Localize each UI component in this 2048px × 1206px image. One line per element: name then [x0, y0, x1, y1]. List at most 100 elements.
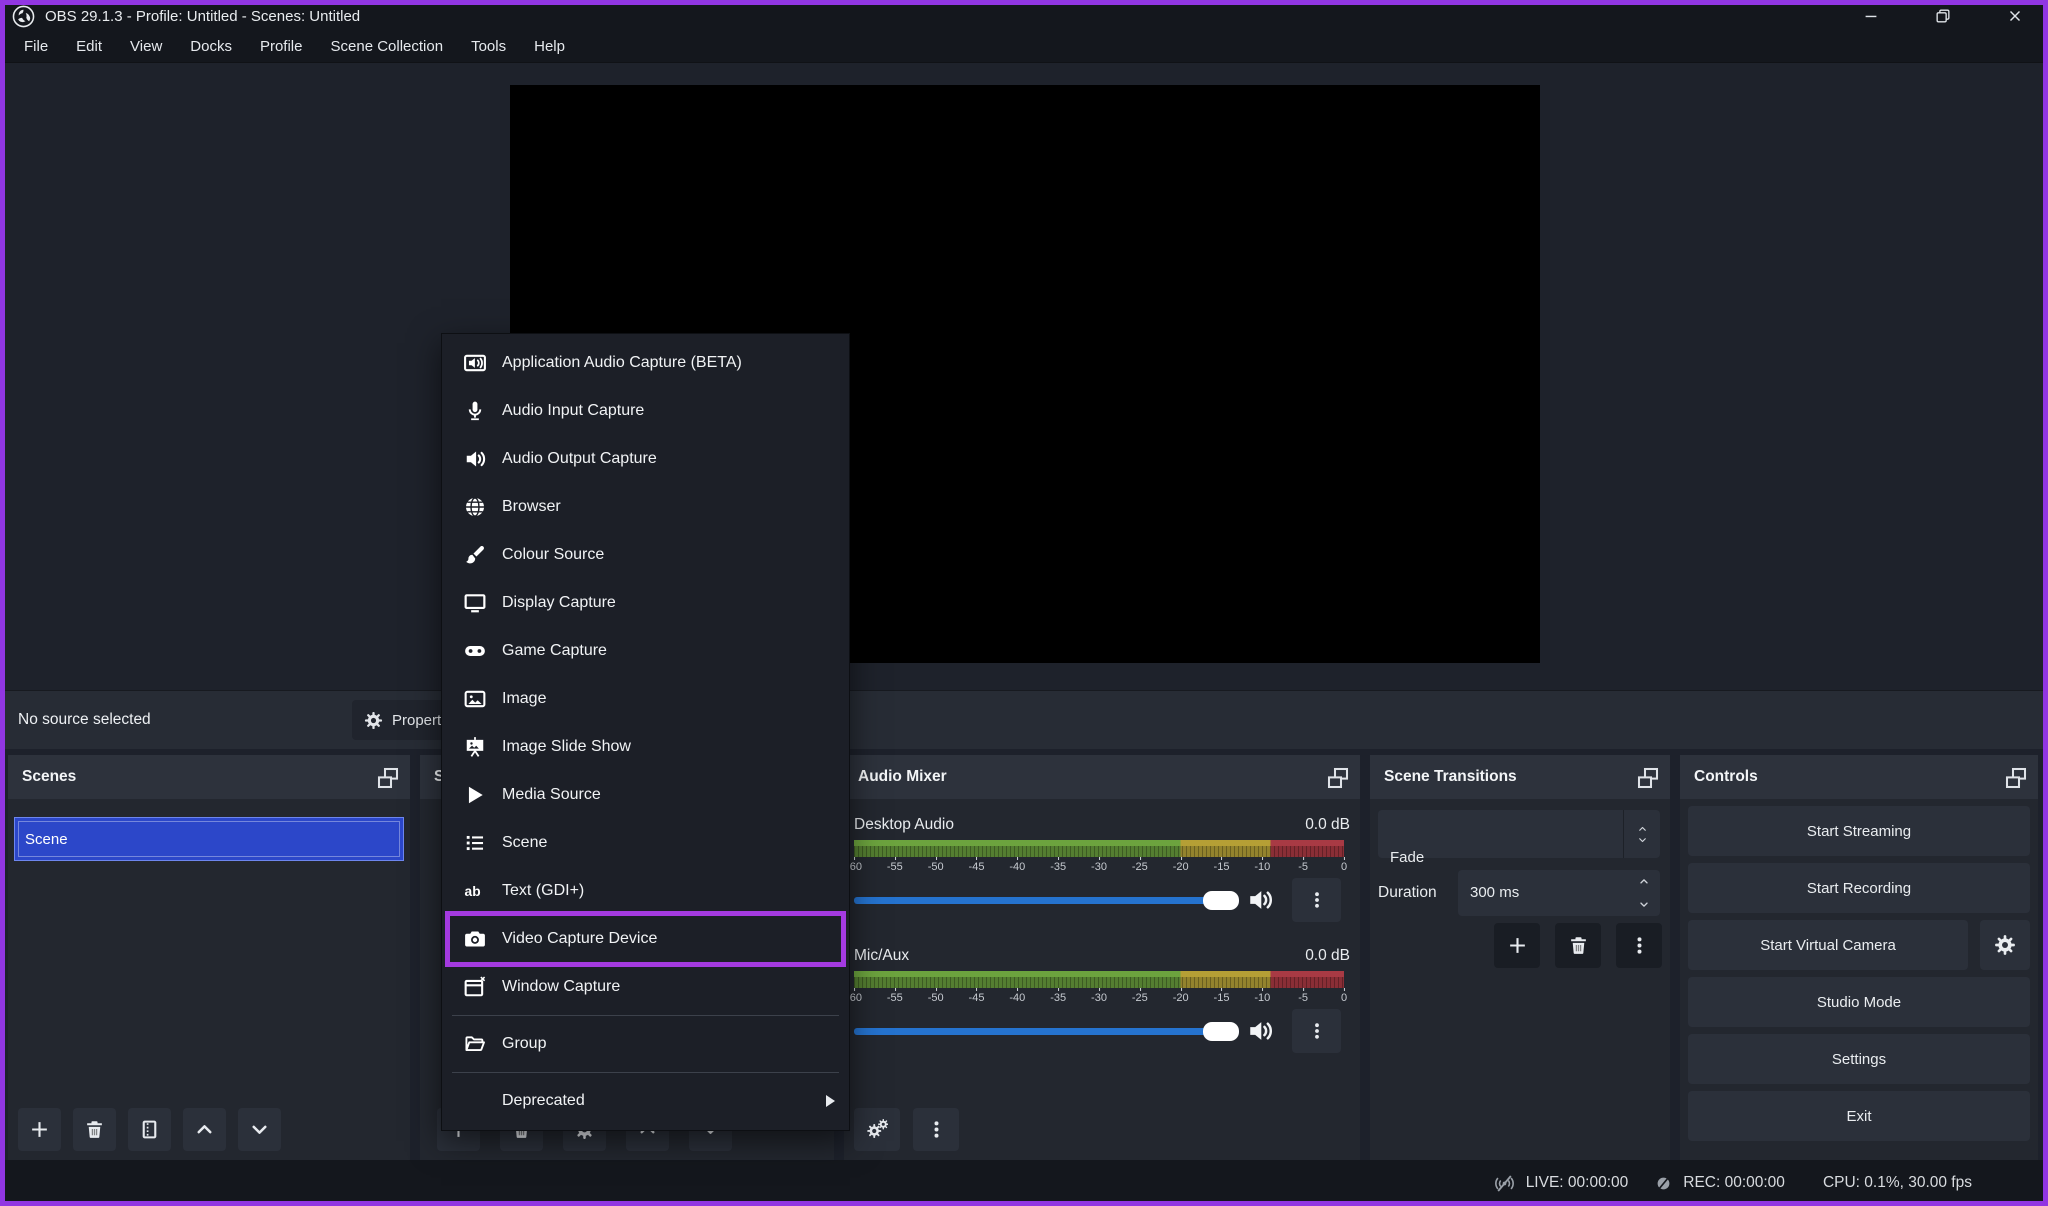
control-button[interactable]: Studio Mode — [1688, 977, 2030, 1027]
toolbar-button[interactable] — [128, 1108, 171, 1151]
source-menu-item[interactable]: Deprecated — [442, 1077, 849, 1125]
menu-item-label: Group — [502, 1035, 547, 1052]
menu-item-label: Application Audio Capture (BETA) — [502, 354, 742, 371]
menu-separator — [452, 1072, 839, 1073]
meter-scale-label: 0 — [1340, 988, 1348, 1004]
source-menu-item[interactable]: Display Capture — [442, 579, 849, 627]
scene-transitions-header: Scene Transitions — [1370, 755, 1670, 799]
volume-slider[interactable] — [854, 1021, 1239, 1041]
title-bar: OBS 29.1.3 - Profile: Untitled - Scenes:… — [0, 0, 2048, 32]
toolbar-button[interactable] — [1494, 923, 1540, 968]
channel-level-db: 0.0 dB — [1305, 816, 1350, 833]
control-row: Start Virtual Camera — [1688, 920, 2030, 970]
meter-scale-label: -15 — [1213, 857, 1230, 873]
volume-slider[interactable] — [854, 890, 1239, 910]
popout-icon[interactable] — [376, 766, 400, 789]
source-menu-item[interactable]: Browser — [442, 483, 849, 531]
source-menu-item[interactable]: Group — [442, 1020, 849, 1068]
source-menu-item[interactable]: Game Capture — [442, 627, 849, 675]
mixer-toolbar — [854, 1108, 959, 1151]
meter-scale-label: -45 — [968, 857, 985, 873]
control-button[interactable]: Start Streaming — [1688, 806, 2030, 856]
menu-bar-item[interactable]: Docks — [176, 32, 246, 62]
meter-scale-label: -15 — [1213, 988, 1230, 1004]
toolbar-button[interactable] — [854, 1108, 900, 1151]
source-menu-item[interactable]: Video Capture Device — [442, 911, 849, 967]
toolbar-button[interactable] — [238, 1108, 281, 1151]
select-spinner — [1623, 810, 1660, 858]
popout-icon[interactable] — [1636, 766, 1660, 789]
live-status-icon — [1493, 1172, 1516, 1195]
control-buttons: Start Streaming Start Recording Start Vi… — [1688, 806, 2030, 1148]
plus-icon — [29, 1119, 50, 1140]
source-menu-item[interactable]: Audio Output Capture — [442, 435, 849, 483]
control-button[interactable]: Start Virtual Camera — [1688, 920, 1968, 970]
brush-icon — [464, 544, 486, 566]
menu-item-label: Window Capture — [502, 978, 621, 995]
menu-bar-item[interactable]: Profile — [246, 32, 317, 62]
duration-spinbox[interactable]: 300 ms — [1458, 870, 1660, 916]
dots-icon — [926, 1119, 947, 1140]
controls-dock: Controls Start Streaming Start Recording — [1680, 755, 2038, 1160]
audio-mixer-header: Audio Mixer — [844, 755, 1360, 799]
transition-select[interactable]: Fade — [1378, 810, 1660, 866]
control-button[interactable]: Exit — [1688, 1091, 2030, 1141]
window-button[interactable] — [1918, 0, 1968, 32]
meter-scale-label: -10 — [1254, 988, 1271, 1004]
source-menu-item[interactable]: Image Slide Show — [442, 723, 849, 771]
window-button[interactable] — [1990, 0, 2040, 32]
scene-list-item[interactable]: Scene — [14, 817, 404, 861]
menu-bar-item[interactable]: View — [116, 32, 176, 62]
toolbar-button[interactable] — [1616, 923, 1662, 968]
no-source-status: No source selected — [18, 711, 151, 728]
source-menu-item[interactable]: Window Capture — [442, 963, 849, 1011]
popout-icon[interactable] — [2004, 766, 2028, 789]
audio-mixer-dock: Audio Mixer Desktop Audio 0.0 dB -60 -55-… — [844, 755, 1360, 1160]
trash-icon — [84, 1119, 105, 1140]
volume-slider-handle[interactable] — [1203, 1021, 1239, 1041]
menu-bar-item[interactable]: Edit — [62, 32, 116, 62]
window-button[interactable] — [1846, 0, 1896, 32]
volume-slider-handle[interactable] — [1203, 890, 1239, 910]
spin-down-icon[interactable] — [1637, 899, 1651, 910]
source-menu-item[interactable]: Scene — [442, 819, 849, 867]
control-button[interactable]: Settings — [1688, 1034, 2030, 1084]
app-audio-icon — [464, 352, 486, 374]
toolbar-button[interactable] — [73, 1108, 116, 1151]
menu-bar-item[interactable]: File — [10, 32, 62, 62]
dots-icon — [1629, 935, 1650, 956]
mute-speaker-icon[interactable] — [1247, 1018, 1273, 1044]
channel-options-button[interactable] — [1292, 1009, 1341, 1053]
control-row: Start Streaming — [1688, 806, 2030, 856]
gear-icon — [364, 711, 383, 730]
virtual-camera-settings-button[interactable] — [1980, 920, 2030, 970]
scenes-dock-header: Scenes — [8, 755, 410, 799]
toolbar-button[interactable] — [183, 1108, 226, 1151]
scenes-dock-title: Scenes — [22, 768, 77, 785]
chevron-down-icon — [1636, 835, 1649, 845]
menu-bar-item[interactable]: Tools — [457, 32, 520, 62]
source-menu-item[interactable]: Colour Source — [442, 531, 849, 579]
menu-bar-item[interactable]: Help — [520, 32, 579, 62]
mixer-channels: Desktop Audio 0.0 dB -60 -55 -50 -45 -40 -35-… — [846, 799, 1350, 1053]
rec-timer: REC: 00:00:00 — [1683, 1174, 1785, 1191]
source-menu-item[interactable]: Audio Input Capture — [442, 387, 849, 435]
control-button[interactable]: Start Recording — [1688, 863, 2030, 913]
channel-options-button[interactable] — [1292, 878, 1341, 922]
meter-scale-label: -50 — [927, 988, 944, 1004]
toolbar-button[interactable] — [18, 1108, 61, 1151]
toolbar-button[interactable] — [1555, 923, 1601, 968]
spin-up-icon[interactable] — [1637, 876, 1651, 887]
popout-icon[interactable] — [1326, 766, 1350, 789]
toolbar-button[interactable] — [913, 1108, 959, 1151]
source-menu-item[interactable]: Media Source — [442, 771, 849, 819]
channel-name: Mic/Aux — [854, 947, 910, 964]
obs-logo-icon — [12, 5, 35, 28]
source-menu-item[interactable]: Application Audio Capture (BETA) — [442, 339, 849, 387]
source-menu-item[interactable]: ab Text (GDI+) — [442, 867, 849, 915]
volume-meter — [854, 971, 1344, 988]
source-menu-item[interactable]: Image — [442, 675, 849, 723]
mic-icon — [464, 400, 486, 422]
mute-speaker-icon[interactable] — [1247, 887, 1273, 913]
menu-bar-item[interactable]: Scene Collection — [317, 32, 458, 62]
